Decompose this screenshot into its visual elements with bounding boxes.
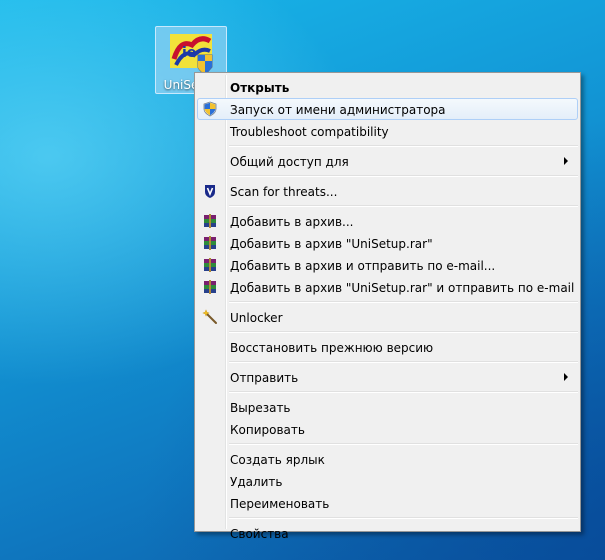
menu-item-label: Запуск от имени администратора <box>230 103 446 117</box>
unisetup-icon: ie <box>170 34 213 76</box>
winrar-icon <box>204 258 216 272</box>
menu-separator <box>229 301 578 303</box>
menu-item-create-shortcut[interactable]: Создать ярлык <box>197 448 578 470</box>
menu-item-copy[interactable]: Копировать <box>197 418 578 440</box>
magic-wand-icon <box>202 309 217 324</box>
winrar-icon <box>204 280 216 294</box>
menu-item-label: Копировать <box>230 423 305 437</box>
menu-item-label: Вырезать <box>230 401 291 415</box>
menu-item-label: Troubleshoot compatibility <box>230 125 389 139</box>
antivirus-icon <box>205 185 215 198</box>
menu-item-label: Unlocker <box>230 311 283 325</box>
submenu-arrow-icon <box>564 373 568 381</box>
menu-item-restore-version[interactable]: Восстановить прежнюю версию <box>197 336 578 358</box>
menu-item-run-as-admin[interactable]: Запуск от имени администратора <box>197 98 578 120</box>
menu-item-label: Восстановить прежнюю версию <box>230 341 434 355</box>
menu-item-properties[interactable]: Свойства <box>197 522 578 544</box>
menu-separator <box>229 517 578 519</box>
menu-item-send-to[interactable]: Отправить <box>197 366 578 388</box>
menu-item-label: Scan for threats... <box>230 185 338 199</box>
menu-separator <box>229 391 578 393</box>
menu-item-scan-threats[interactable]: Scan for threats... <box>197 180 578 202</box>
menu-item-add-archive-email[interactable]: Добавить в архив и отправить по e-mail..… <box>197 254 578 276</box>
menu-item-label: Добавить в архив и отправить по e-mail..… <box>230 259 496 273</box>
uac-shield-icon <box>203 101 217 117</box>
menu-item-unlocker[interactable]: Unlocker <box>197 306 578 328</box>
winrar-icon <box>204 236 216 250</box>
svg-text:ie: ie <box>182 45 196 61</box>
winrar-icon <box>204 214 216 228</box>
menu-item-label: Отправить <box>230 371 299 385</box>
menu-item-open[interactable]: Открыть <box>197 76 578 98</box>
menu-separator <box>229 205 578 207</box>
menu-item-label: Добавить в архив "UniSetup.rar" и отправ… <box>230 281 575 295</box>
menu-separator <box>229 361 578 363</box>
menu-item-add-archive-named[interactable]: Добавить в архив "UniSetup.rar" <box>197 232 578 254</box>
menu-item-delete[interactable]: Удалить <box>197 470 578 492</box>
menu-item-label: Открыть <box>230 81 290 95</box>
menu-separator <box>229 443 578 445</box>
menu-item-label: Общий доступ для <box>230 155 349 169</box>
menu-item-label: Удалить <box>230 475 283 489</box>
menu-separator <box>229 145 578 147</box>
menu-separator <box>229 331 578 333</box>
menu-item-rename[interactable]: Переименовать <box>197 492 578 514</box>
context-menu: Открыть Запуск от имени администратора T… <box>194 72 581 541</box>
menu-item-label: Свойства <box>230 527 289 541</box>
menu-item-label: Переименовать <box>230 497 330 511</box>
menu-separator <box>229 175 578 177</box>
menu-item-add-archive-named-email[interactable]: Добавить в архив "UniSetup.rar" и отправ… <box>197 276 578 298</box>
menu-item-label: Создать ярлык <box>230 453 325 467</box>
menu-item-label: Добавить в архив... <box>230 215 354 229</box>
menu-item-share-with[interactable]: Общий доступ для <box>197 150 578 172</box>
submenu-arrow-icon <box>564 157 568 165</box>
menu-item-troubleshoot[interactable]: Troubleshoot compatibility <box>197 120 578 142</box>
menu-item-cut[interactable]: Вырезать <box>197 396 578 418</box>
menu-item-add-archive[interactable]: Добавить в архив... <box>197 210 578 232</box>
menu-item-label: Добавить в архив "UniSetup.rar" <box>230 237 433 251</box>
